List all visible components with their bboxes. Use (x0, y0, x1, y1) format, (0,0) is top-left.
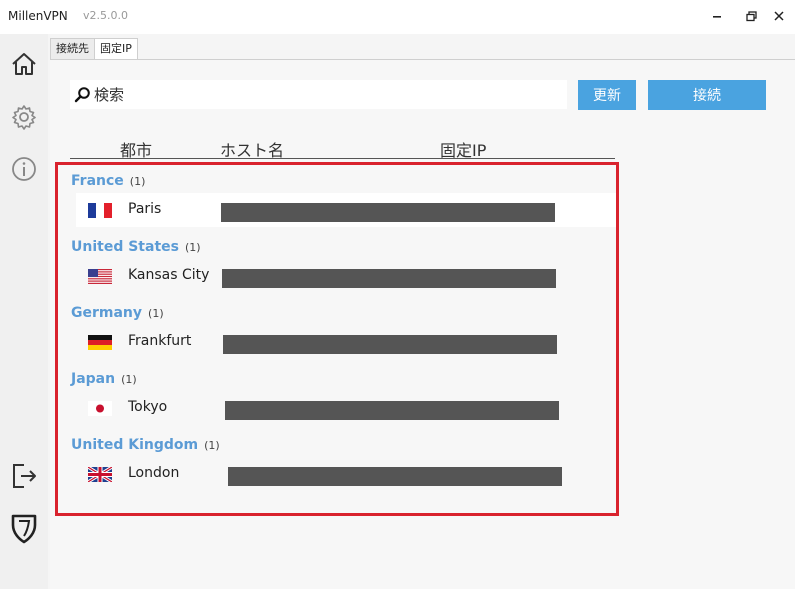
germany-flag-icon (88, 335, 112, 350)
app-version: v2.5.0.0 (83, 9, 128, 22)
group-header-japan[interactable]: Japan (1) (71, 371, 137, 387)
server-row-tokyo[interactable]: Tokyo (76, 391, 616, 425)
tab-bar: 接続先 固定IP (50, 38, 138, 60)
city-name: Frankfurt (128, 333, 192, 349)
maximize-button[interactable] (740, 6, 762, 26)
uk-flag-icon (88, 467, 112, 482)
minimize-icon (713, 16, 721, 18)
country-name: France (71, 173, 124, 189)
country-name: Japan (71, 371, 116, 387)
connect-button[interactable]: 接続 (648, 80, 766, 110)
redacted-host-ip (223, 335, 557, 354)
tab-fixed-ip[interactable]: 固定IP (94, 38, 138, 60)
japan-flag-icon (88, 401, 112, 416)
logout-icon (13, 464, 36, 488)
city-name: Paris (128, 201, 162, 217)
redacted-host-ip (221, 203, 555, 222)
country-name: United States (71, 239, 179, 255)
redacted-host-ip (225, 401, 559, 420)
search-box[interactable] (70, 80, 567, 109)
usa-flag-icon (88, 269, 112, 284)
home-icon (12, 53, 36, 75)
close-button[interactable] (768, 6, 790, 26)
info-button[interactable] (9, 154, 39, 184)
country-count: (1) (184, 241, 201, 254)
server-row-london[interactable]: London (76, 457, 616, 491)
city-name: London (128, 465, 180, 481)
app-title: MillenVPN (8, 9, 68, 23)
shield-icon (11, 514, 37, 544)
group-header-united-kingdom[interactable]: United Kingdom (1) (71, 437, 220, 453)
redacted-host-ip (228, 467, 562, 486)
fixed-ip-panel: 更新 接続 都市 ホスト名 固定IP France(1) Paris Unite… (50, 59, 795, 589)
minimize-button[interactable] (706, 6, 728, 26)
gear-icon (12, 105, 36, 130)
france-flag-icon (88, 203, 112, 218)
city-name: Kansas City (128, 267, 210, 283)
header-divider (70, 158, 615, 159)
server-row-kansas-city[interactable]: Kansas City (76, 259, 616, 293)
settings-button[interactable] (9, 102, 39, 132)
country-name: United Kingdom (71, 437, 199, 453)
city-name: Tokyo (128, 399, 168, 415)
close-icon (774, 11, 784, 21)
tab-destinations[interactable]: 接続先 (50, 38, 95, 60)
country-count: (1) (148, 307, 164, 320)
server-list: France (1) Paris United States (1) Kansa… (55, 162, 619, 516)
server-row-paris[interactable]: Paris (76, 193, 616, 227)
redacted-host-ip (222, 269, 556, 288)
info-icon (12, 157, 36, 181)
sidebar (0, 34, 48, 589)
group-header-germany[interactable]: Germany (1) (71, 305, 164, 321)
country-count: (1) (204, 439, 220, 452)
group-header-france[interactable]: France (1) (71, 173, 145, 189)
server-row-frankfurt[interactable]: Frankfurt (76, 325, 616, 359)
country-name: Germany (71, 305, 143, 321)
main-content: 接続先 固定IP 更新 接続 都市 ホスト名 固定IP France(1) (48, 34, 795, 589)
group-header-united-states[interactable]: United States (1) (71, 239, 201, 255)
home-button[interactable] (9, 49, 39, 79)
country-count: (1) (129, 175, 146, 188)
country-count: (1) (121, 373, 137, 386)
search-icon (74, 87, 90, 103)
logout-button[interactable] (9, 461, 39, 491)
refresh-button[interactable]: 更新 (578, 80, 636, 110)
shield-button[interactable] (9, 513, 39, 544)
restore-icon (745, 10, 757, 21)
search-input[interactable] (94, 82, 554, 107)
title-bar: MillenVPN v2.5.0.0 (0, 0, 795, 34)
